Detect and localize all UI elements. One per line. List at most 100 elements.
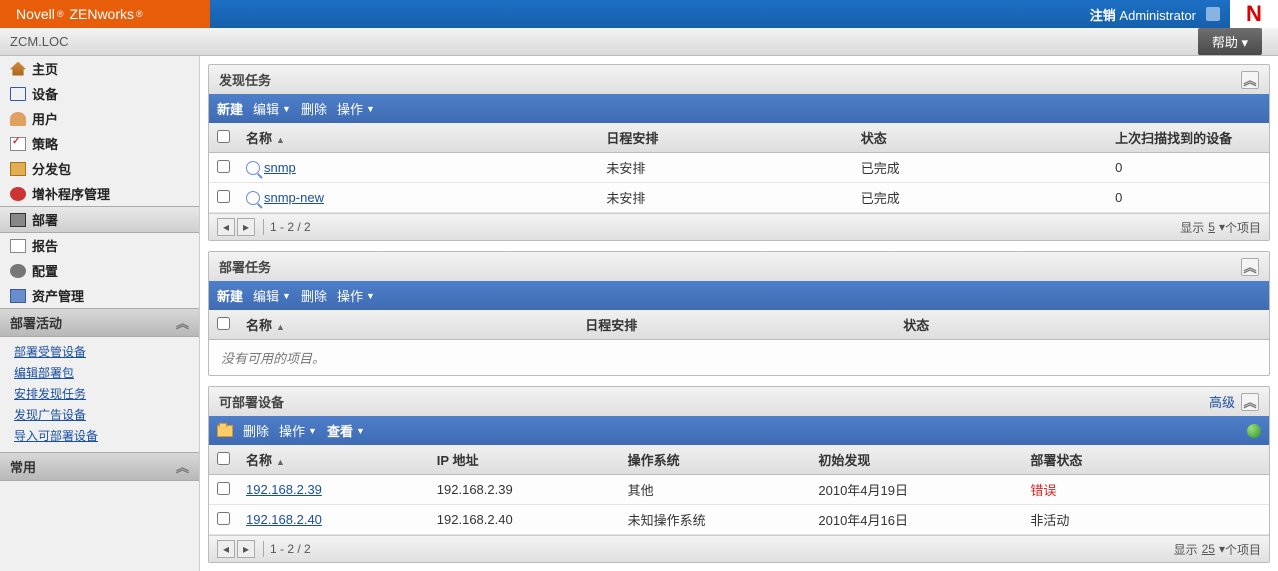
key-icon[interactable] xyxy=(1206,7,1220,21)
prev-page[interactable]: ◂ xyxy=(217,218,235,236)
caret-down-icon: ▼ xyxy=(366,291,375,301)
nav-bundles[interactable]: 分发包 xyxy=(0,156,199,181)
brand: Novell® ZENworks® xyxy=(0,0,210,28)
delete-button[interactable]: 删除 xyxy=(243,421,269,440)
discovery-table: 名称▲ 日程安排 状态 上次扫描找到的设备 snmp 未安排 已完成 0 snm… xyxy=(209,123,1269,213)
report-icon xyxy=(10,239,26,253)
folder-up-icon[interactable] xyxy=(217,425,233,437)
nav-policies[interactable]: 策略 xyxy=(0,131,199,156)
asset-icon xyxy=(10,289,26,303)
next-page[interactable]: ▸ xyxy=(237,540,255,558)
patch-icon xyxy=(10,187,26,201)
edit-button[interactable]: 编辑 ▼ xyxy=(253,286,291,305)
magnifier-icon xyxy=(246,191,260,205)
discovery-toolbar: 新建 编辑 ▼ 删除 操作 ▼ xyxy=(209,94,1269,123)
collapse-icon[interactable]: ︽ xyxy=(1241,71,1259,89)
user-icon xyxy=(10,112,26,126)
globe-icon[interactable] xyxy=(1247,424,1261,438)
select-all-checkbox[interactable] xyxy=(217,317,230,330)
activity-link-0[interactable]: 部署受管设备 xyxy=(14,345,86,359)
policy-icon xyxy=(10,137,26,151)
next-page[interactable]: ▸ xyxy=(237,218,255,236)
table-row: 192.168.2.39 192.168.2.39 其他 2010年4月19日 … xyxy=(209,475,1269,505)
panel-title: 发现任务 xyxy=(219,70,271,89)
chevron-up-icon[interactable]: ︽ xyxy=(176,457,189,476)
logout-link[interactable]: 注销 Administrator xyxy=(1090,5,1196,24)
caret-down-icon: ▼ xyxy=(282,291,291,301)
select-all-checkbox[interactable] xyxy=(217,130,230,143)
table-row: 192.168.2.40 192.168.2.40 未知操作系统 2010年4月… xyxy=(209,505,1269,535)
nav-deployment[interactable]: 部署 xyxy=(0,206,199,233)
task-link[interactable]: snmp-new xyxy=(264,190,324,205)
bundle-icon xyxy=(10,162,26,176)
collapse-icon[interactable]: ︽ xyxy=(1241,393,1259,411)
action-button[interactable]: 操作 ▼ xyxy=(337,99,375,118)
activity-link-4[interactable]: 导入可部署设备 xyxy=(14,429,98,443)
empty-message: 没有可用的项目。 xyxy=(209,340,1269,375)
advanced-link[interactable]: 高级 xyxy=(1209,392,1235,411)
nav-patch[interactable]: 增补程序管理 xyxy=(0,181,199,206)
deploytask-panel: 部署任务︽ 新建 编辑 ▼ 删除 操作 ▼ 名称▲ 日程安排 状态 没有可用的项… xyxy=(208,251,1270,376)
chevron-up-icon[interactable]: ︽ xyxy=(176,313,189,332)
content: 发现任务 ︽ 新建 编辑 ▼ 删除 操作 ▼ 名称▲ 日程安排 状态 上次扫描找到… xyxy=(200,56,1278,571)
discovery-pager: ◂ ▸ 1 - 2 / 2 显示5▾ 个项目 xyxy=(209,213,1269,240)
device-icon xyxy=(10,87,26,101)
panel-title: 可部署设备 xyxy=(219,392,284,411)
device-link[interactable]: 192.168.2.39 xyxy=(246,482,322,497)
device-link[interactable]: 192.168.2.40 xyxy=(246,512,322,527)
nav-users[interactable]: 用户 xyxy=(0,106,199,131)
caret-down-icon: ▼ xyxy=(282,104,291,114)
view-button[interactable]: 查看 ▼ xyxy=(327,421,365,440)
panel-title: 部署任务 xyxy=(219,257,271,276)
sort-icon[interactable]: ▲ xyxy=(276,322,285,332)
table-row: snmp-new 未安排 已完成 0 xyxy=(209,183,1269,213)
new-button[interactable]: 新建 xyxy=(217,99,243,118)
delete-button[interactable]: 删除 xyxy=(301,286,327,305)
row-checkbox[interactable] xyxy=(217,512,230,525)
activity-link-2[interactable]: 安排发现任务 xyxy=(14,387,86,401)
task-link[interactable]: snmp xyxy=(264,160,296,175)
deploy-icon xyxy=(10,213,26,227)
nav-devices[interactable]: 设备 xyxy=(0,81,199,106)
action-button[interactable]: 操作 ▼ xyxy=(279,421,317,440)
action-button[interactable]: 操作 ▼ xyxy=(337,286,375,305)
blue-bar: 注销 Administrator xyxy=(210,0,1230,28)
activity-link-3[interactable]: 发现广告设备 xyxy=(14,408,86,422)
breadcrumb: ZCM.LOC xyxy=(10,34,69,49)
sort-icon[interactable]: ▲ xyxy=(276,457,285,467)
config-icon xyxy=(10,264,26,278)
breadcrumb-bar: ZCM.LOC 帮助 ▾ xyxy=(0,28,1278,56)
new-button[interactable]: 新建 xyxy=(217,286,243,305)
page-size[interactable]: 5 xyxy=(1208,220,1215,234)
nav-home[interactable]: 主页 xyxy=(0,56,199,81)
help-button[interactable]: 帮助 ▾ xyxy=(1198,28,1262,55)
prev-page[interactable]: ◂ xyxy=(217,540,235,558)
sort-icon[interactable]: ▲ xyxy=(276,135,285,145)
nav-config[interactable]: 配置 xyxy=(0,258,199,283)
deployable-pager: ◂ ▸ 1 - 2 / 2 显示25▾ 个项目 xyxy=(209,535,1269,562)
row-checkbox[interactable] xyxy=(217,160,230,173)
deploytask-toolbar: 新建 编辑 ▼ 删除 操作 ▼ xyxy=(209,281,1269,310)
caret-down-icon: ▼ xyxy=(308,426,317,436)
row-checkbox[interactable] xyxy=(217,482,230,495)
edit-button[interactable]: 编辑 ▼ xyxy=(253,99,291,118)
page-size[interactable]: 25 xyxy=(1202,542,1215,556)
activity-link-1[interactable]: 编辑部署包 xyxy=(14,366,74,380)
select-all-checkbox[interactable] xyxy=(217,452,230,465)
caret-down-icon: ▼ xyxy=(356,426,365,436)
discovery-panel: 发现任务 ︽ 新建 编辑 ▼ 删除 操作 ▼ 名称▲ 日程安排 状态 上次扫描找到… xyxy=(208,64,1270,241)
novell-logo: N xyxy=(1230,0,1278,28)
deployable-toolbar: 删除 操作 ▼ 查看 ▼ xyxy=(209,416,1269,445)
deployable-panel: 可部署设备高级︽ 删除 操作 ▼ 查看 ▼ 名称▲ IP 地址 操作系统 初始发… xyxy=(208,386,1270,563)
table-row: snmp 未安排 已完成 0 xyxy=(209,153,1269,183)
sidebar: 主页 设备 用户 策略 分发包 增补程序管理 部署 报告 配置 资产管理 部署活… xyxy=(0,56,200,571)
nav-reports[interactable]: 报告 xyxy=(0,233,199,258)
nav-list: 主页 设备 用户 策略 分发包 增补程序管理 部署 报告 配置 资产管理 xyxy=(0,56,199,308)
caret-down-icon: ▼ xyxy=(366,104,375,114)
collapse-icon[interactable]: ︽ xyxy=(1241,258,1259,276)
delete-button[interactable]: 删除 xyxy=(301,99,327,118)
page-range: 1 - 2 / 2 xyxy=(270,220,311,234)
row-checkbox[interactable] xyxy=(217,190,230,203)
magnifier-icon xyxy=(246,161,260,175)
nav-asset[interactable]: 资产管理 xyxy=(0,283,199,308)
